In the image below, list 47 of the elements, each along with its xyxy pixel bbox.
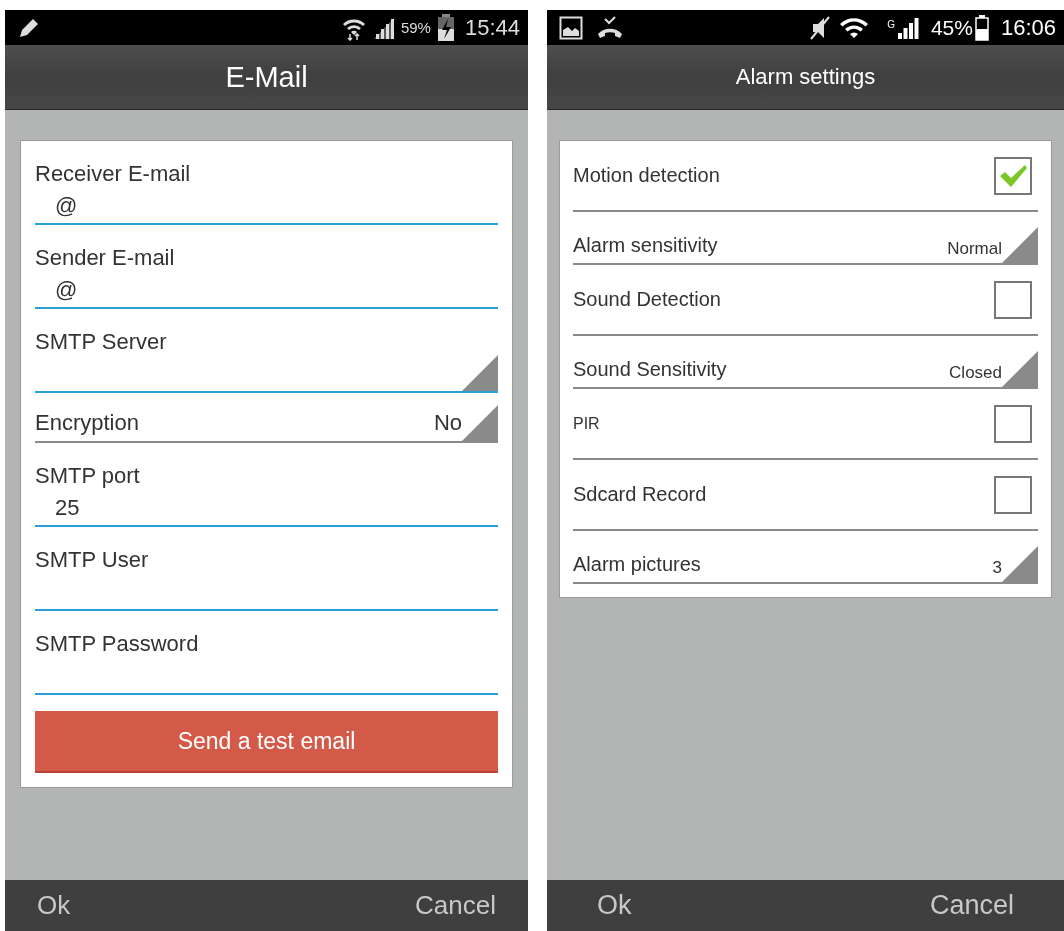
missed-call-icon xyxy=(597,15,623,40)
checkbox[interactable] xyxy=(994,280,1032,319)
setting-selector[interactable]: Alarm pictures 3 xyxy=(573,531,1038,584)
dropdown-corner-icon xyxy=(462,355,498,391)
encryption-selector[interactable]: Encryption No xyxy=(35,393,498,443)
dropdown-corner-icon xyxy=(462,405,498,441)
network-type-label: G xyxy=(887,18,895,30)
battery-percentage: 45% xyxy=(930,15,973,40)
dropdown-corner-icon xyxy=(1002,351,1038,387)
dropdown-corner-icon xyxy=(1002,546,1038,582)
setting-row[interactable]: Sound Detection xyxy=(573,265,1038,336)
field-label: Sender E-mail xyxy=(35,244,176,272)
clock-time: 15:44 xyxy=(464,14,520,41)
battery-percentage: 59% xyxy=(400,19,431,36)
field-label: SMTP Password xyxy=(35,630,200,658)
ok-button[interactable]: Ok xyxy=(35,886,73,925)
cancel-button[interactable]: Cancel xyxy=(909,886,1034,925)
battery-icon xyxy=(974,14,989,41)
screen-title: Alarm settings xyxy=(547,45,1064,110)
setting-row[interactable]: Sdcard Record xyxy=(573,460,1038,531)
setting-selector[interactable]: Alarm sensitivity Normal xyxy=(573,212,1038,265)
setting-row[interactable]: PIR xyxy=(573,389,1038,460)
setting-row[interactable]: Motion detection xyxy=(573,141,1038,212)
muted-speaker-icon xyxy=(809,14,832,41)
cancel-button[interactable]: Cancel xyxy=(413,886,498,925)
field-label: SMTP Server xyxy=(35,328,168,356)
input-field[interactable]: 25 xyxy=(35,490,498,527)
signal-icon xyxy=(896,15,919,40)
checkmark-icon xyxy=(998,162,1028,189)
checkbox[interactable] xyxy=(994,156,1032,195)
input-field[interactable]: @ xyxy=(35,188,498,225)
field-label: SMTP port xyxy=(35,462,141,490)
input-field[interactable]: @ xyxy=(35,272,498,309)
field-label: SMTP User xyxy=(35,546,150,574)
send-test-email-button[interactable]: Send a test email xyxy=(35,711,498,773)
setting-selector[interactable]: Sound Sensitivity Closed xyxy=(573,336,1038,389)
clock-time: 16:06 xyxy=(1000,14,1056,41)
dropdown-corner-icon xyxy=(1002,227,1038,263)
battery-icon xyxy=(436,13,455,42)
checkbox[interactable] xyxy=(994,404,1032,443)
ok-button[interactable]: Ok xyxy=(577,886,652,925)
screen-title: E-Mail xyxy=(5,45,528,110)
wifi-icon xyxy=(839,15,870,40)
checkbox[interactable] xyxy=(994,475,1032,514)
image-icon xyxy=(559,15,583,40)
dropdown-field[interactable] xyxy=(35,356,498,393)
field-label: Receiver E-mail xyxy=(35,160,192,188)
